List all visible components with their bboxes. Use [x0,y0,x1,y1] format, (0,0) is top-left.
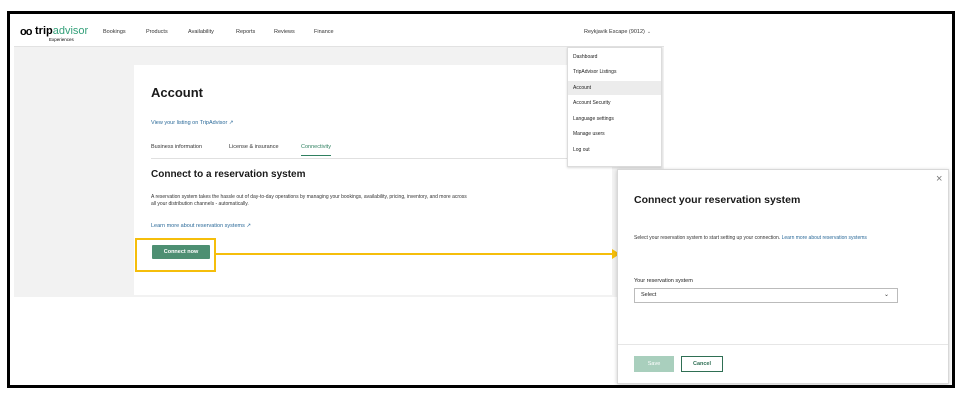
modal-learn-more-link[interactable]: Learn more about reservation systems [782,235,867,241]
connect-modal: × Connect your reservation system Select… [617,169,949,384]
page-title: Account [151,85,203,100]
cancel-button[interactable]: Cancel [681,356,723,372]
screenshot-frame: oo tripadvisor Experiences Bookings Prod… [7,11,955,388]
section-title: Connect to a reservation system [151,169,306,180]
menu-item-log-out[interactable]: Log out [568,143,661,157]
nav-products[interactable]: Products [146,29,168,35]
nav-reports[interactable]: Reports [236,29,255,35]
tab-connectivity[interactable]: Connectivity [301,144,331,156]
menu-item-dashboard[interactable]: Dashboard [568,50,661,64]
menu-item-account-security[interactable]: Account Security [568,96,661,110]
menu-item-language-settings[interactable]: Language settings [568,112,661,126]
chevron-down-icon: ⌄ [646,29,652,35]
modal-footer-divider [618,344,948,345]
reservation-system-select[interactable]: Select ⌄ [634,288,898,303]
arrow-line [214,253,614,255]
highlight-box [135,238,216,272]
view-listing-link[interactable]: View your listing on TripAdvisor ↗ [151,120,233,126]
save-button[interactable]: Save [634,356,674,372]
tab-license-insurance[interactable]: License & insurance [229,144,279,150]
account-dropdown: Dashboard TripAdvisor Listings Account A… [567,47,662,167]
nav-reviews[interactable]: Reviews [274,29,295,35]
nav-finance[interactable]: Finance [314,29,334,35]
learn-more-link[interactable]: Learn more about reservation systems ↗ [151,223,251,229]
top-navigation: oo tripadvisor Experiences Bookings Prod… [14,22,664,47]
tab-business-information[interactable]: Business information [151,144,202,150]
modal-title: Connect your reservation system [634,194,801,206]
nav-bookings[interactable]: Bookings [103,29,126,35]
tab-bar: Business information License & insurance… [151,144,611,159]
account-menu[interactable]: Reykjavik Escape (9012) ⌄ [584,29,651,35]
field-label: Your reservation system [634,278,693,284]
modal-description: Select your reservation system to start … [634,235,867,241]
menu-item-tripadvisor-listings[interactable]: TripAdvisor Listings [568,65,661,79]
logo-subtitle: Experiences [49,37,74,42]
owl-icon: oo [20,26,32,38]
menu-item-account[interactable]: Account [568,81,661,95]
menu-item-manage-users[interactable]: Manage users [568,127,661,141]
nav-availability[interactable]: Availability [188,29,214,35]
close-icon[interactable]: × [936,174,942,185]
chevron-down-icon: ⌄ [883,292,889,298]
tripadvisor-logo[interactable]: oo tripadvisor Experiences [20,25,90,44]
logo-wordmark: tripadvisor [35,25,89,37]
section-description: A reservation system takes the hassle ou… [151,194,467,207]
